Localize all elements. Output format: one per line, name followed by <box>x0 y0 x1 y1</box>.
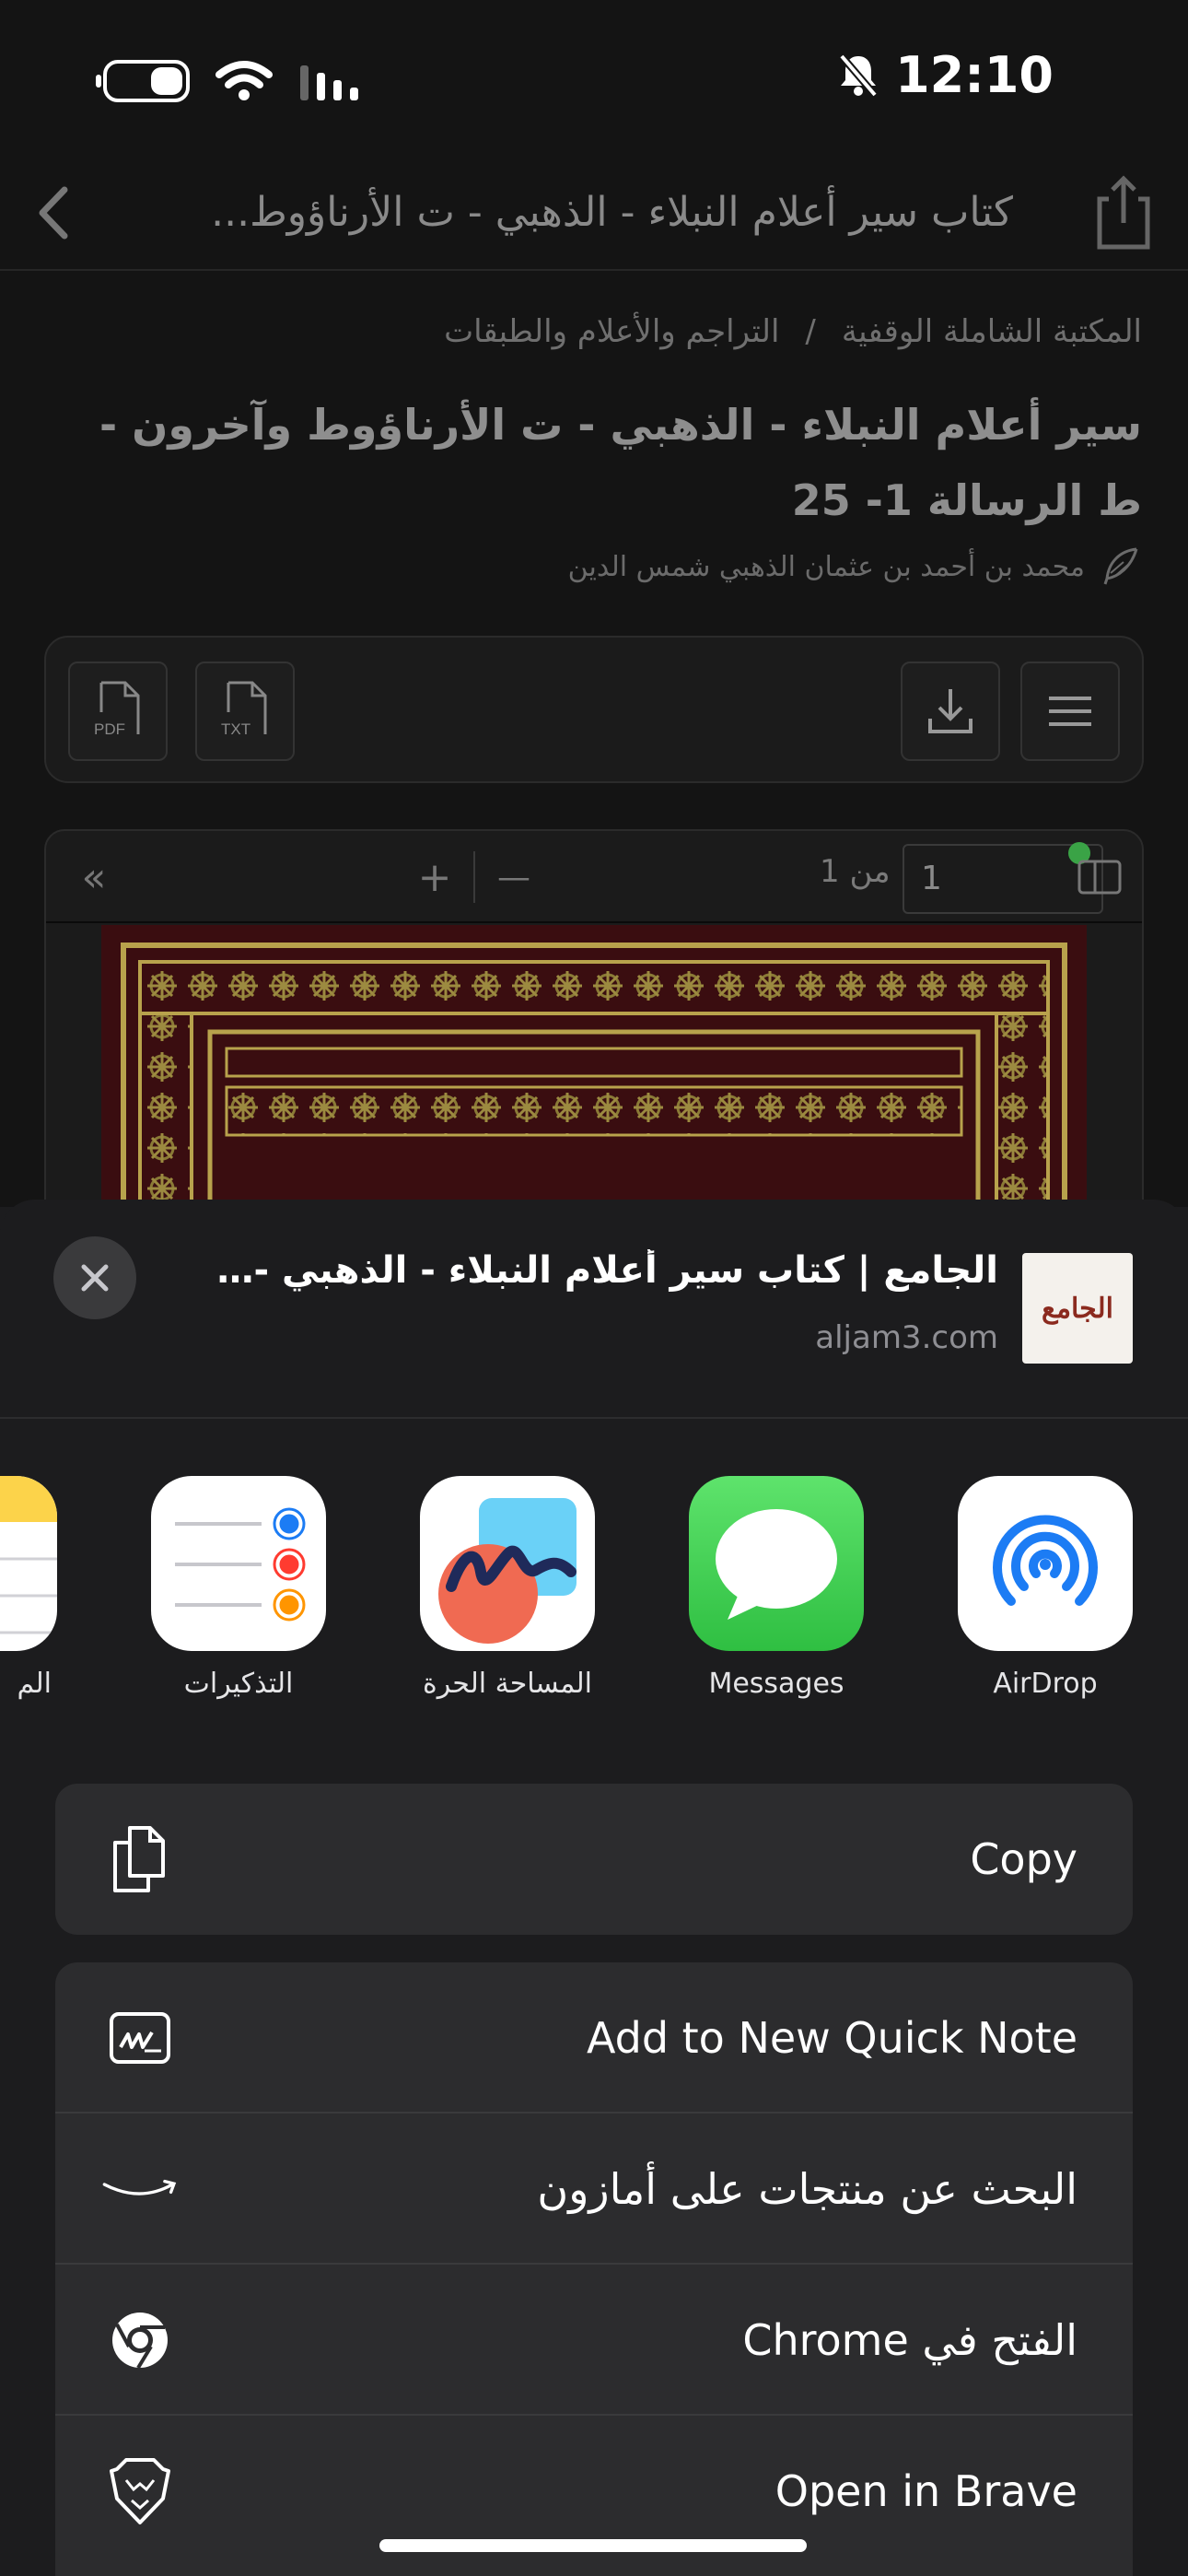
chevron-left-icon <box>39 186 68 240</box>
shared-page-url: aljam3.com <box>815 1319 998 1356</box>
close-button[interactable] <box>53 1236 136 1319</box>
breadcrumb: المكتبة الشاملة الوقفية/التراجم والأعلام… <box>444 313 1142 350</box>
share-icon <box>1097 175 1150 250</box>
wifi-icon <box>215 61 273 100</box>
status-bar: 12:10 <box>0 0 1188 157</box>
brave-icon <box>101 2453 179 2530</box>
pdf-button[interactable]: PDF <box>68 662 168 761</box>
battery-icon <box>96 60 190 102</box>
action-quick-note[interactable]: Add to New Quick Note <box>55 1962 1133 2113</box>
actions-group: Add to New Quick Note البحث عن منتجات عل… <box>55 1962 1133 2576</box>
menu-button[interactable] <box>1020 662 1120 761</box>
share-sheet: الجامع | كتاب سير أعلام النبلاء - الذهبي… <box>0 1200 1188 2576</box>
site-logo: الجامع <box>1022 1253 1133 1364</box>
airdrop-icon <box>958 1476 1133 1651</box>
book-viewer: « + — من 1 1 <box>44 829 1144 1216</box>
pdf-file-icon: PDF <box>94 681 140 738</box>
copy-action[interactable]: Copy <box>55 1784 1133 1935</box>
reminders-icon <box>151 1476 326 1651</box>
app-airdrop[interactable]: AirDrop <box>958 1476 1133 1700</box>
clock: 12:10 <box>895 46 1054 104</box>
action-amazon-search[interactable]: البحث عن منتجات على أمازون <box>55 2113 1133 2265</box>
share-sheet-header: الجامع | كتاب سير أعلام النبلاء - الذهبي… <box>0 1200 1188 1419</box>
close-icon <box>81 1264 109 1292</box>
svg-text:PDF: PDF <box>94 720 125 738</box>
txt-button[interactable]: TXT <box>195 662 295 761</box>
author-name[interactable]: محمد بن أحمد بن عثمان الذهبي شمس الدين <box>568 551 1085 583</box>
breadcrumb-library[interactable]: المكتبة الشاملة الوقفية <box>842 313 1142 350</box>
chrome-icon <box>101 2301 179 2379</box>
bell-slash-icon <box>839 53 879 98</box>
share-button[interactable] <box>1087 171 1160 254</box>
back-button[interactable] <box>28 181 83 245</box>
sidebar-icon <box>1077 860 1122 895</box>
home-indicator[interactable] <box>379 2539 807 2552</box>
ornamental-border-icon <box>121 943 1067 1214</box>
book-title: سير أعلام النبلاء - الذهبي - ت الأرناؤوط… <box>99 400 1142 525</box>
txt-file-icon: TXT <box>221 681 267 738</box>
share-apps-row: AirDrop Messages المساحة الحرة التذكيرات… <box>0 1476 1188 1752</box>
book-cover-image <box>101 925 1087 1214</box>
viewer-toolbar: « + — من 1 1 <box>46 831 1142 923</box>
nav-bar: كتاب سير أعلام النبلاء - الذهبي - ت الأر… <box>0 157 1188 271</box>
copy-group: Copy <box>55 1784 1133 1935</box>
download-icon <box>928 689 973 733</box>
notes-icon <box>0 1476 57 1651</box>
cellular-signal-icon <box>300 65 358 100</box>
amazon-icon <box>101 2150 179 2228</box>
author-line: محمد بن أحمد بن عثمان الذهبي شمس الدين <box>568 544 1142 590</box>
shared-page-title: الجامع | كتاب سير أعلام النبلاء - الذهبي… <box>206 1249 998 1292</box>
app-reminders[interactable]: التذكيرات <box>151 1476 326 1700</box>
collapse-button[interactable]: « <box>68 849 120 905</box>
zoom-out-button[interactable]: — <box>486 849 542 905</box>
background-page: 12:10 كتاب سير أعلام النبلاء - الذهبي - … <box>0 0 1188 1216</box>
quick-note-icon <box>101 1999 179 2077</box>
action-open-chrome[interactable]: الفتح في Chrome <box>55 2265 1133 2416</box>
download-button[interactable] <box>901 662 1000 761</box>
book-toolbar: PDF TXT <box>44 636 1144 783</box>
zoom-in-button[interactable]: + <box>407 849 462 905</box>
copy-icon <box>101 1821 179 1898</box>
messages-icon <box>689 1476 864 1651</box>
copy-label: Copy <box>970 1834 1077 1884</box>
feather-icon <box>1103 547 1138 585</box>
app-freeform[interactable]: المساحة الحرة <box>420 1476 595 1700</box>
divider <box>473 851 475 903</box>
svg-text:TXT: TXT <box>221 720 250 738</box>
app-notes[interactable]: الم <box>0 1476 57 1700</box>
hamburger-icon <box>1049 697 1091 726</box>
app-messages[interactable]: Messages <box>689 1476 864 1700</box>
freeform-icon <box>420 1476 595 1651</box>
sidebar-toggle-button[interactable] <box>1074 849 1125 905</box>
breadcrumb-category[interactable]: التراجم والأعلام والطبقات <box>444 313 779 350</box>
page-title: كتاب سير أعلام النبلاء - الذهبي - ت الأر… <box>211 189 1013 236</box>
page-count: من 1 <box>820 853 891 890</box>
